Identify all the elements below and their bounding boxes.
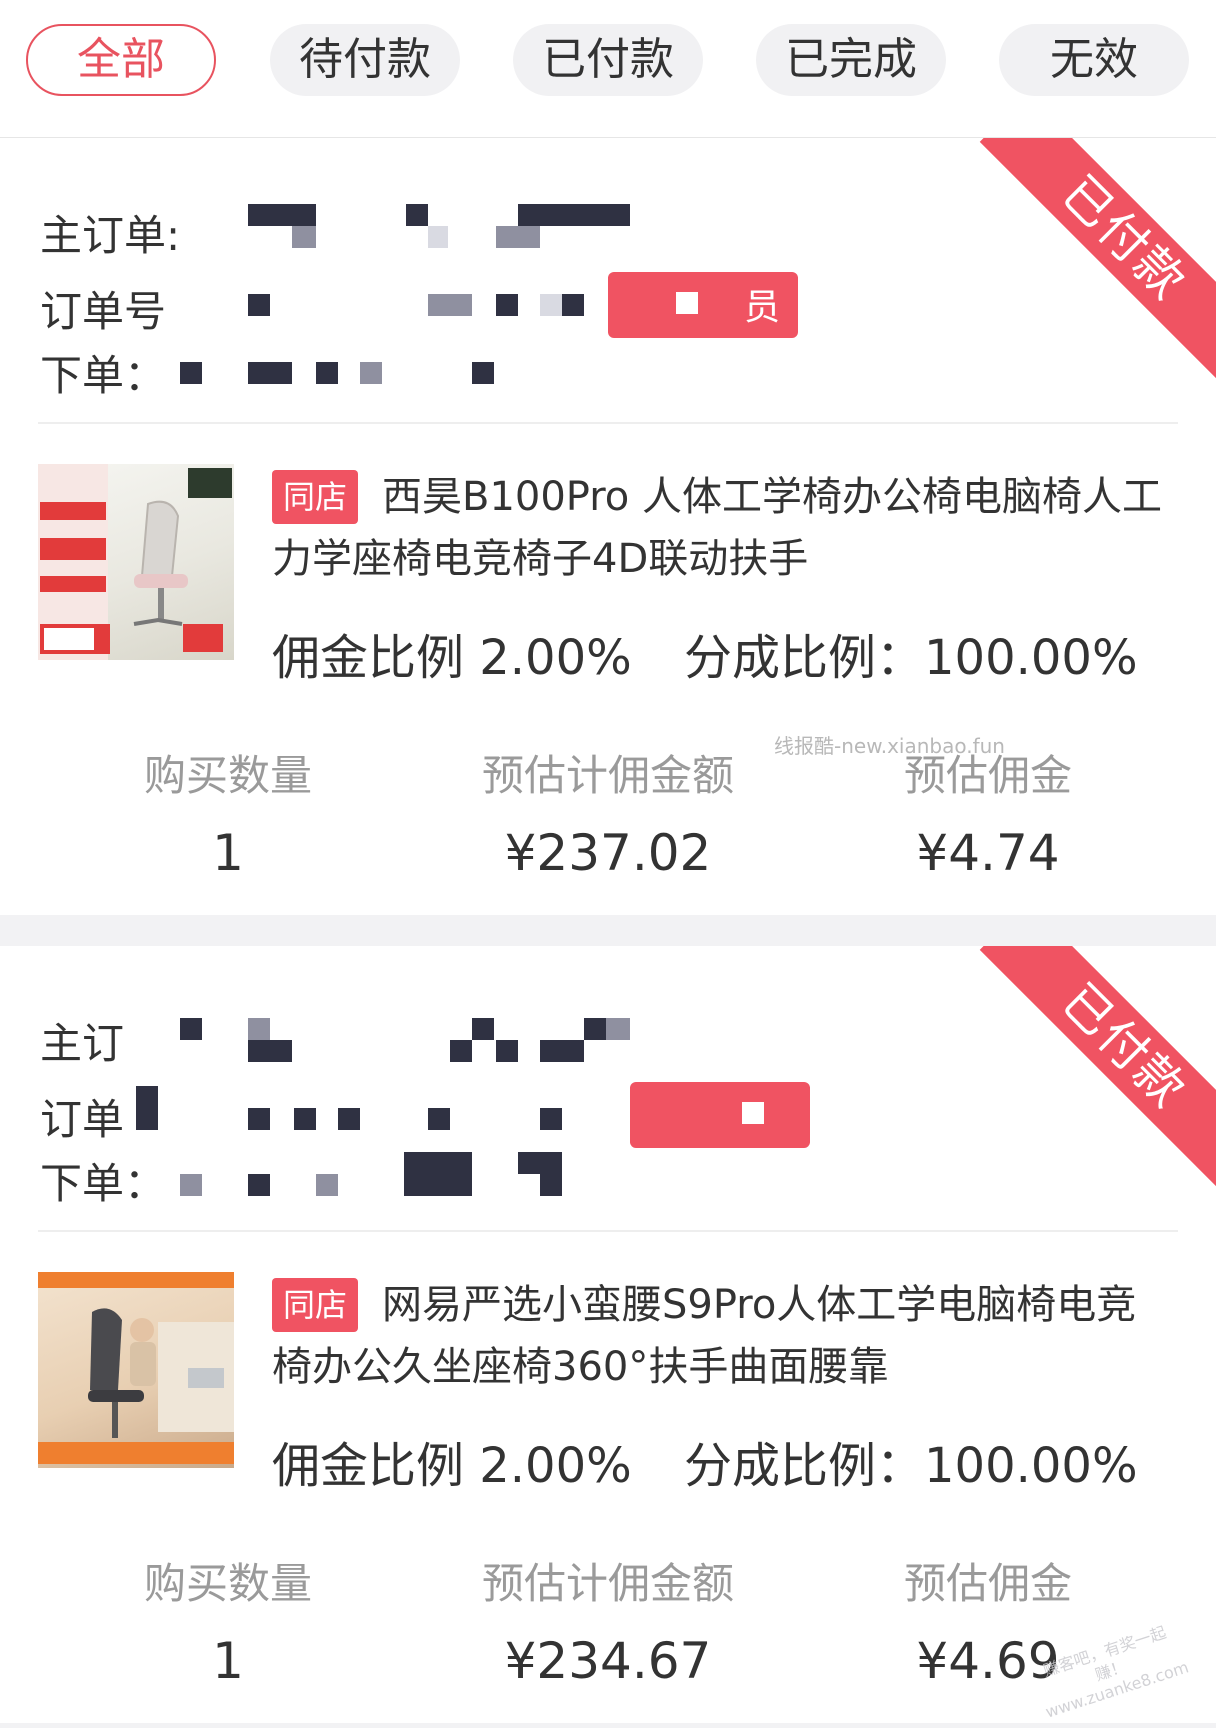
tab-pending-payment[interactable]: 待付款 [270, 24, 460, 96]
redacted-block [248, 294, 270, 316]
divider [38, 422, 1178, 424]
status-ribbon: 已付款 [979, 138, 1216, 383]
redacted-block [248, 1108, 270, 1130]
chair-illustration [38, 1272, 234, 1464]
order-number-label: 订单号 [40, 287, 167, 336]
quantity-header: 购买数量 [143, 1559, 312, 1608]
share-rate: 分成比例：100.00% [684, 630, 1138, 686]
redacted-block [316, 1174, 338, 1196]
redacted-block [294, 1108, 316, 1130]
estimated-commission-header: 预估佣金 [903, 1559, 1072, 1608]
order-card[interactable]: 已付款 主订 订单 下单： 同店 网易严选小蛮腰S9Pro人体工学电脑椅电竞椅办… [0, 946, 1216, 1723]
main-order-label: 主订单: [40, 211, 181, 260]
share-rate: 分成比例：100.00% [684, 1438, 1138, 1494]
redacted-block [540, 294, 562, 316]
tab-invalid[interactable]: 无效 [999, 24, 1189, 96]
tab-paid[interactable]: 已付款 [513, 24, 703, 96]
redacted-block [472, 362, 494, 384]
quantity-value: 1 [212, 1632, 244, 1690]
redacted-block [450, 1040, 472, 1062]
redacted-block [676, 292, 698, 314]
quantity-header: 购买数量 [143, 751, 312, 800]
redacted-block [518, 1152, 562, 1174]
commission-rate: 佣金比例 2.00% [272, 630, 632, 686]
product-image[interactable] [38, 464, 234, 660]
redacted-block [606, 1018, 630, 1040]
product-image[interactable] [38, 1272, 234, 1468]
chair-illustration [38, 464, 232, 660]
divider [38, 1230, 1178, 1232]
redacted-block [338, 1108, 360, 1130]
redacted-block [248, 362, 292, 384]
status-tabs: 全部 待付款 已付款 已完成 无效 [0, 0, 1216, 138]
product-title[interactable]: 网易严选小蛮腰S9Pro人体工学电脑椅电竞椅办公久坐座椅360°扶手曲面腰靠 [272, 1274, 1172, 1398]
order-time-label: 下单： [40, 351, 167, 400]
redacted-block [496, 1040, 518, 1062]
order-number-label: 订单 [40, 1095, 125, 1144]
redacted-block [540, 1174, 562, 1196]
redacted-block [428, 1108, 450, 1130]
quantity-value: 1 [212, 824, 244, 882]
redacted-block [248, 204, 316, 226]
status-ribbon: 已付款 [979, 946, 1216, 1191]
redacted-block [180, 362, 202, 384]
redacted-block [540, 1040, 584, 1062]
estimated-amount-value: ¥234.67 [504, 1632, 712, 1690]
estimated-amount-header: 预估计佣金额 [481, 751, 734, 800]
redacted-block [496, 226, 540, 248]
redacted-block [562, 294, 584, 316]
redacted-block [136, 1086, 158, 1130]
tab-completed[interactable]: 已完成 [756, 24, 946, 96]
redacted-block [248, 1040, 292, 1062]
product-title[interactable]: 西昊B100Pro 人体工学椅办公椅电脑椅人工力学座椅电竞椅子4D联动扶手 [272, 466, 1172, 590]
redacted-block [428, 294, 472, 316]
member-tag [630, 1082, 810, 1148]
redacted-block [518, 204, 630, 226]
redacted-block [428, 226, 448, 248]
redacted-block [472, 1018, 494, 1040]
tab-all[interactable]: 全部 [26, 24, 216, 96]
estimated-amount-header: 预估计佣金额 [481, 1559, 734, 1608]
redacted-block [360, 362, 382, 384]
estimated-amount-value: ¥237.02 [504, 824, 712, 882]
redacted-block [180, 1018, 202, 1040]
estimated-commission-header: 预估佣金 [903, 751, 1072, 800]
main-order-label: 主订 [40, 1019, 125, 1068]
estimated-commission-value: ¥4.74 [916, 824, 1060, 882]
member-tag-text: 员 [744, 287, 781, 328]
redacted-block [316, 362, 338, 384]
redacted-block [180, 1174, 202, 1196]
order-card[interactable]: 已付款 主订单: 订单号 员 下单： 同店 西昊B100Pro 人体工学椅办公椅… [0, 138, 1216, 915]
redacted-block [742, 1102, 764, 1124]
order-time-label: 下单： [40, 1159, 167, 1208]
member-tag: 员 [608, 272, 798, 338]
redacted-block [496, 294, 518, 316]
redacted-block [404, 1152, 472, 1196]
redacted-block [584, 1018, 606, 1040]
redacted-block [540, 1108, 562, 1130]
redacted-block [248, 1174, 270, 1196]
redacted-block [292, 226, 316, 248]
redacted-block [406, 204, 428, 226]
commission-rate: 佣金比例 2.00% [272, 1438, 632, 1494]
